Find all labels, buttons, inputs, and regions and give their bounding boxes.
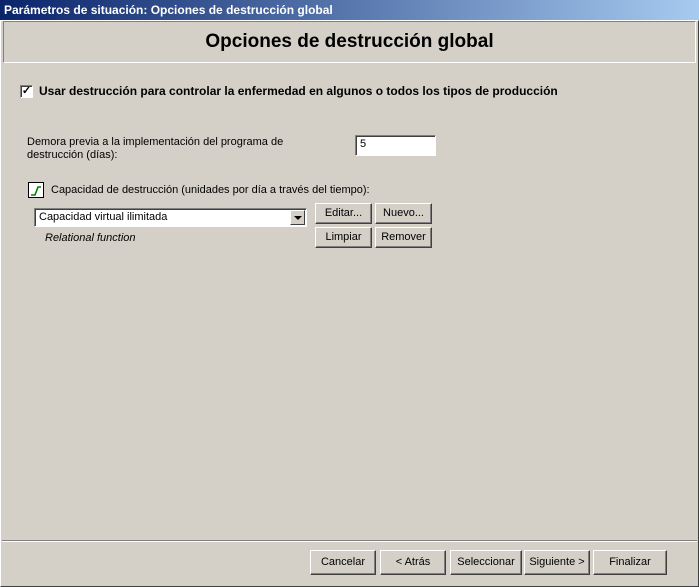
footer-divider	[2, 540, 697, 542]
window-title: Parámetros de situación: Opciones de des…	[0, 0, 699, 20]
delay-label-line2: destrucción (días):	[27, 149, 118, 161]
finish-button[interactable]: Finalizar	[593, 550, 667, 575]
back-button[interactable]: < Atrás	[380, 550, 446, 575]
clear-button[interactable]: Limpiar	[315, 227, 372, 248]
cancel-button[interactable]: Cancelar	[310, 550, 376, 575]
capacity-label: Capacidad de destrucción (unidades por d…	[51, 184, 370, 196]
remove-button[interactable]: Remover	[375, 227, 432, 248]
next-button[interactable]: Siguiente >	[524, 550, 590, 575]
capacity-select[interactable]: Capacidad virtual ilimitada	[34, 208, 307, 227]
use-destruction-label: Usar destrucción para controlar la enfer…	[39, 84, 558, 98]
select-button[interactable]: Seleccionar	[450, 550, 522, 575]
use-destruction-checkbox[interactable]: ✓	[20, 85, 33, 98]
chart-line-icon[interactable]	[28, 182, 44, 198]
window-frame	[0, 20, 699, 587]
edit-button[interactable]: Editar...	[315, 203, 372, 224]
delay-label-line1: Demora previa a la implementación del pr…	[27, 136, 284, 148]
function-type-label: Relational function	[45, 232, 136, 244]
delay-input[interactable]: 5	[355, 135, 436, 156]
page-title: Opciones de destrucción global	[3, 21, 696, 63]
capacity-select-value: Capacidad virtual ilimitada	[39, 211, 168, 223]
new-button[interactable]: Nuevo...	[375, 203, 432, 224]
chevron-down-icon[interactable]	[290, 210, 305, 225]
